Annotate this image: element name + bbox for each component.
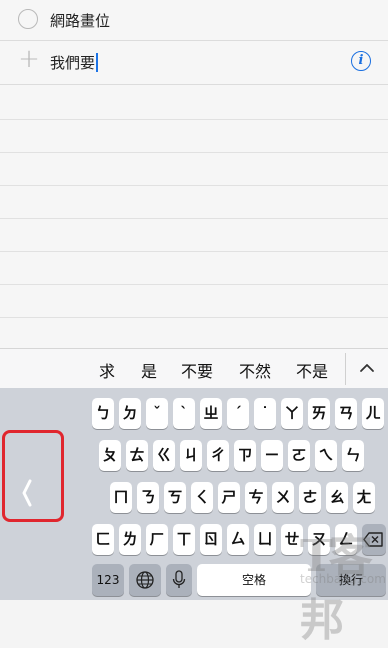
complete-checkbox[interactable] xyxy=(18,9,38,29)
key[interactable]: ㄚ xyxy=(281,398,303,429)
key[interactable]: ㄦ xyxy=(362,398,384,429)
mic-key[interactable] xyxy=(166,564,192,596)
key[interactable]: ㄈ xyxy=(92,524,114,555)
key[interactable]: ㄠ xyxy=(326,482,348,513)
key[interactable]: ˙ xyxy=(254,398,276,429)
key[interactable]: ㄆ xyxy=(99,440,121,471)
key[interactable]: ㄜ xyxy=(299,482,321,513)
key[interactable]: ㄛ xyxy=(288,440,310,471)
key[interactable]: ㄊ xyxy=(126,440,148,471)
key[interactable]: ㄇ xyxy=(110,482,132,513)
key[interactable]: ˊ xyxy=(227,398,249,429)
key[interactable]: ㄏ xyxy=(146,524,168,555)
key[interactable]: ㄞ xyxy=(308,398,330,429)
key[interactable]: ㄑ xyxy=(191,482,213,513)
list-item-editing[interactable]: + 我們要 i xyxy=(0,41,388,85)
list-item[interactable]: 網路畫位 xyxy=(0,0,388,41)
plus-icon: + xyxy=(18,44,40,74)
candidate-word[interactable]: 不然 xyxy=(239,358,271,382)
key[interactable]: ㄖ xyxy=(200,524,222,555)
text-caret xyxy=(96,53,99,72)
key[interactable]: ㄓ xyxy=(200,398,222,429)
candidate-word[interactable]: 求 xyxy=(99,358,115,382)
candidate-bar: 求 是 不要 不然 不是 xyxy=(0,348,388,388)
key[interactable]: ㄨ xyxy=(272,482,294,513)
key[interactable]: ㄐ xyxy=(180,440,202,471)
key[interactable]: ㄙ xyxy=(227,524,249,555)
globe-icon xyxy=(136,571,154,589)
key[interactable]: ㄎ xyxy=(164,482,186,513)
reminders-list: 網路畫位 + 我們要 i xyxy=(0,0,388,348)
watermark-logo: T客邦 techbang.com xyxy=(300,520,388,646)
key[interactable]: ㄢ xyxy=(335,398,357,429)
key[interactable]: ㄉ xyxy=(119,398,141,429)
key[interactable]: ㄟ xyxy=(315,440,337,471)
key[interactable]: ㄅ xyxy=(92,398,114,429)
key[interactable]: ㄗ xyxy=(234,440,256,471)
mic-icon xyxy=(172,570,186,588)
list-item-text[interactable]: 網路畫位 xyxy=(50,10,110,31)
info-icon[interactable]: i xyxy=(351,51,371,71)
key[interactable]: ˇ xyxy=(146,398,168,429)
key[interactable]: ㄤ xyxy=(353,482,375,513)
key[interactable]: ˋ xyxy=(173,398,195,429)
highlight-box xyxy=(2,430,64,522)
reminder-input[interactable]: 我們要 xyxy=(50,52,99,73)
key[interactable]: ㄔ xyxy=(207,440,229,471)
key[interactable]: ㄍ xyxy=(153,440,175,471)
globe-key[interactable] xyxy=(129,564,161,596)
candidate-word[interactable]: 不要 xyxy=(181,358,213,382)
back-chevron-icon[interactable] xyxy=(18,478,36,508)
key[interactable]: ㄒ xyxy=(173,524,195,555)
key[interactable]: ㄩ xyxy=(254,524,276,555)
candidate-word[interactable]: 是 xyxy=(141,358,157,382)
key[interactable]: ㄌ xyxy=(119,524,141,555)
key[interactable]: ㄕ xyxy=(218,482,240,513)
chevron-up-icon[interactable] xyxy=(357,359,377,377)
key[interactable]: ㄣ xyxy=(342,440,364,471)
key[interactable]: ㄧ xyxy=(261,440,283,471)
candidate-word[interactable]: 不是 xyxy=(296,358,328,382)
key[interactable]: ㄋ xyxy=(137,482,159,513)
watermark-url: techbang.com xyxy=(300,572,386,586)
number-keyboard-key[interactable]: 123 xyxy=(92,564,124,596)
candidate-divider xyxy=(345,353,346,385)
space-key[interactable]: 空格 xyxy=(197,564,311,596)
key[interactable]: ㄘ xyxy=(245,482,267,513)
